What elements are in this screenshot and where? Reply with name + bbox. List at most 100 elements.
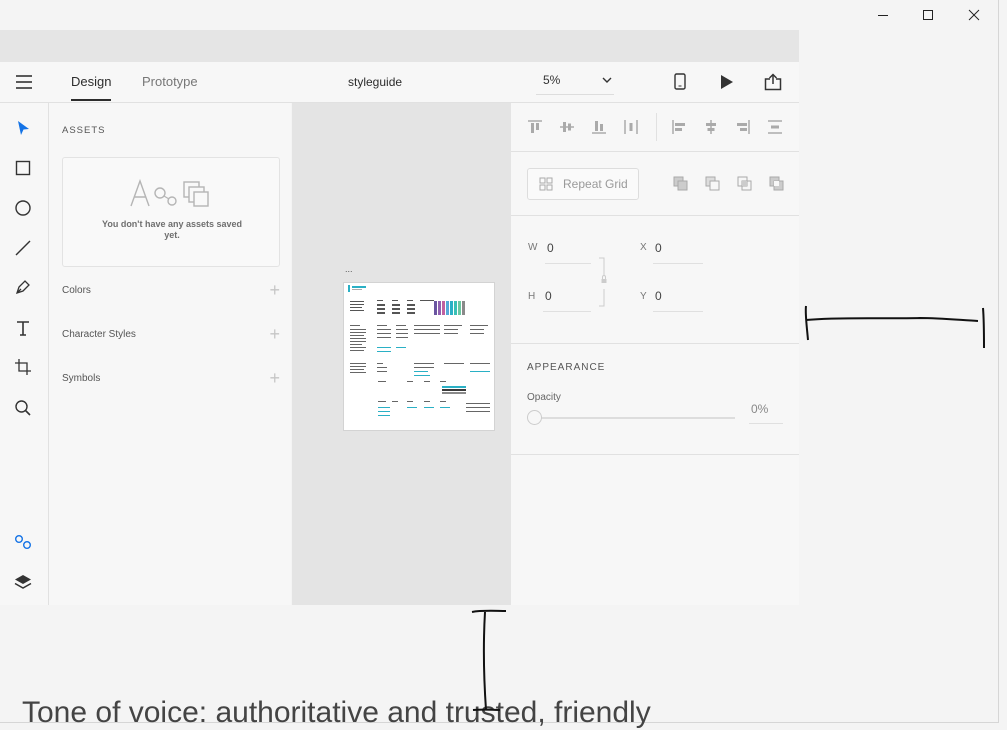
opacity-slider[interactable] <box>527 410 735 426</box>
layers-panel-toggle[interactable] <box>12 571 34 593</box>
assets-panel-toggle[interactable] <box>12 531 34 553</box>
assets-title: ASSETS <box>62 125 106 136</box>
artboard-icon <box>15 359 31 375</box>
distribute-horizontal-icon[interactable] <box>623 119 639 135</box>
distribute-vertical-icon[interactable] <box>767 119 783 135</box>
opacity-input[interactable]: 0% <box>749 398 783 424</box>
artboard-thumbnail[interactable] <box>343 282 495 431</box>
rectangle-icon <box>15 160 31 176</box>
zoom-tool[interactable] <box>12 397 34 419</box>
maximize-button[interactable] <box>905 0 951 30</box>
select-arrow-icon <box>18 121 29 135</box>
line-icon <box>15 240 31 256</box>
boolean-add-icon[interactable] <box>673 176 689 192</box>
tab-design[interactable]: Design <box>71 62 112 102</box>
assets-empty-message: You don't have any assets saved yet. <box>101 219 243 240</box>
tab-prototype[interactable]: Prototype <box>142 62 198 102</box>
align-center-icon[interactable] <box>703 119 719 135</box>
hamburger-menu-icon <box>16 75 32 89</box>
width-annotation-marker <box>804 305 985 349</box>
add-character-style-button[interactable]: + <box>269 325 280 343</box>
assets-icon <box>15 535 31 549</box>
artboard-label[interactable]: ... <box>345 264 353 274</box>
property-inspector: Repeat Grid W 0 H 0 X 0 Y 0 APPEARANCE O… <box>511 103 799 605</box>
add-color-button[interactable]: + <box>269 281 280 299</box>
assets-empty-state: You don't have any assets saved yet. <box>62 157 280 267</box>
app-header: Design Prototype styleguide 5% <box>0 62 799 103</box>
zoom-value: 5% <box>543 73 561 87</box>
transform-section: W 0 H 0 X 0 Y 0 <box>511 216 799 344</box>
share-button[interactable] <box>764 73 782 96</box>
document-title: styleguide <box>348 75 403 89</box>
minimize-button[interactable] <box>860 0 906 30</box>
minimize-icon <box>878 15 888 16</box>
opacity-slider-track <box>535 417 735 419</box>
height-value: 0 <box>545 289 552 303</box>
x-label: X <box>640 242 647 253</box>
close-window-button[interactable] <box>951 0 997 30</box>
symbols-label: Symbols <box>62 373 101 384</box>
assets-placeholder-icon <box>130 178 209 207</box>
pen-icon <box>15 280 30 295</box>
device-preview-button[interactable] <box>673 73 687 96</box>
x-value: 0 <box>655 241 662 255</box>
artboard-tool[interactable] <box>12 356 34 378</box>
width-value: 0 <box>547 241 554 255</box>
line-tool[interactable] <box>12 237 34 259</box>
chevron-down-icon <box>602 77 612 83</box>
text-icon <box>17 321 29 336</box>
align-divider <box>656 113 657 141</box>
assets-panel: ASSETS You don't have any assets saved y… <box>49 103 291 605</box>
play-preview-button[interactable] <box>719 74 735 95</box>
appearance-title: APPEARANCE <box>527 362 606 373</box>
maximize-icon <box>923 10 933 20</box>
select-tool[interactable] <box>12 117 34 139</box>
boolean-exclude-icon[interactable] <box>769 176 785 192</box>
background-document-text: Tone of voice: authoritative and trusted… <box>22 696 651 729</box>
opacity-label: Opacity <box>527 392 561 403</box>
opacity-value: 0% <box>751 402 769 416</box>
ellipse-tool[interactable] <box>12 197 34 219</box>
artboard-content-preview <box>348 285 490 416</box>
colors-label: Colors <box>62 285 91 296</box>
align-left-icon[interactable] <box>671 119 687 135</box>
add-symbol-button[interactable]: + <box>269 369 280 387</box>
assets-character-styles-row: Character Styles + <box>62 325 280 345</box>
layers-icon <box>14 575 32 589</box>
height-annotation-marker <box>471 609 507 711</box>
repeat-grid-label: Repeat Grid <box>563 177 628 191</box>
opacity-slider-thumb[interactable] <box>527 410 542 425</box>
assets-symbols-row: Symbols + <box>62 369 280 389</box>
lock-aspect-icon[interactable] <box>598 257 610 307</box>
repeat-grid-section: Repeat Grid <box>511 152 799 216</box>
height-input[interactable]: 0 <box>543 286 591 312</box>
align-right-icon[interactable] <box>735 119 751 135</box>
boolean-subtract-icon[interactable] <box>705 176 721 192</box>
zoom-dropdown[interactable]: 5% <box>536 68 614 95</box>
tools-panel <box>0 103 49 605</box>
y-input[interactable]: 0 <box>653 286 703 312</box>
search-icon <box>15 400 31 416</box>
width-input[interactable]: 0 <box>545 238 591 264</box>
width-label: W <box>528 242 538 253</box>
y-value: 0 <box>655 289 662 303</box>
align-middle-icon[interactable] <box>559 119 575 135</box>
text-tool[interactable] <box>12 317 34 339</box>
boolean-intersect-icon[interactable] <box>737 176 753 192</box>
hamburger-menu-button[interactable] <box>15 74 33 95</box>
grid-icon <box>539 177 553 191</box>
x-input[interactable]: 0 <box>653 238 703 264</box>
align-top-icon[interactable] <box>527 119 543 135</box>
align-bottom-icon[interactable] <box>591 119 607 135</box>
repeat-grid-button[interactable]: Repeat Grid <box>527 168 639 200</box>
assets-colors-row: Colors + <box>62 281 280 301</box>
height-label: H <box>528 291 536 302</box>
rectangle-tool[interactable] <box>12 157 34 179</box>
close-icon <box>968 9 980 21</box>
pen-tool[interactable] <box>12 276 34 298</box>
share-icon <box>764 73 782 91</box>
character-styles-label: Character Styles <box>62 329 136 340</box>
phone-icon <box>674 73 686 90</box>
design-canvas[interactable]: ... <box>292 103 511 605</box>
appearance-section: APPEARANCE Opacity 0% <box>511 344 799 455</box>
